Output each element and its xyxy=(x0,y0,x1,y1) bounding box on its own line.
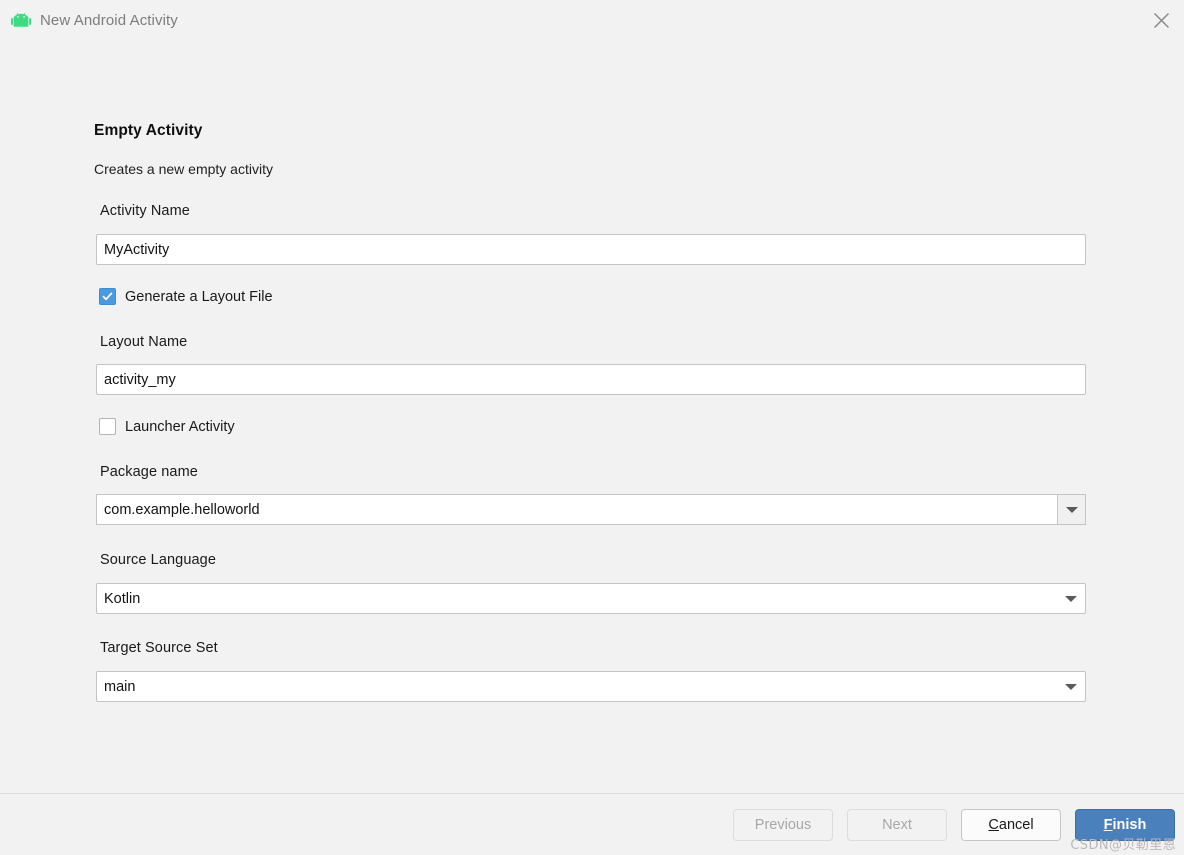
chevron-down-icon[interactable] xyxy=(1065,683,1077,690)
chevron-down-icon xyxy=(1065,506,1078,513)
launcher-activity-label: Launcher Activity xyxy=(125,418,235,435)
source-language-label: Source Language xyxy=(100,552,216,568)
window-title: New Android Activity xyxy=(40,12,178,29)
checkbox-checked-icon xyxy=(99,288,116,305)
generate-layout-file-checkbox[interactable]: Generate a Layout File xyxy=(99,288,273,305)
chevron-down-icon[interactable] xyxy=(1065,595,1077,602)
dialog-content: Empty Activity Creates a new empty activ… xyxy=(0,41,1184,793)
finish-label-rest: inish xyxy=(1112,816,1147,833)
target-source-set-value: main xyxy=(104,678,136,695)
package-name-input[interactable]: com.example.helloworld xyxy=(96,494,1057,525)
source-language-value: Kotlin xyxy=(104,590,141,607)
dialog-footer: Previous Next Cancel Finish CSDN@贝勒里恩 xyxy=(0,793,1184,855)
target-source-set-label: Target Source Set xyxy=(100,640,218,656)
finish-button[interactable]: Finish xyxy=(1075,808,1175,841)
cancel-button[interactable]: Cancel xyxy=(961,808,1061,841)
previous-button[interactable]: Previous xyxy=(733,808,833,841)
android-robot-icon xyxy=(10,10,32,32)
package-name-label: Package name xyxy=(100,464,198,480)
finish-mnemonic: F xyxy=(1103,816,1113,833)
package-name-combobox[interactable]: com.example.helloworld xyxy=(96,494,1086,525)
cancel-mnemonic: C xyxy=(988,816,999,833)
checkbox-unchecked-icon xyxy=(99,418,116,435)
activity-name-input[interactable]: MyActivity xyxy=(96,234,1086,265)
layout-name-label: Layout Name xyxy=(100,334,188,350)
package-name-dropdown-button[interactable] xyxy=(1057,494,1086,525)
generate-layout-file-label: Generate a Layout File xyxy=(125,288,273,305)
page-title: Empty Activity xyxy=(94,122,203,139)
target-source-set-select[interactable]: main xyxy=(96,671,1086,702)
next-button[interactable]: Next xyxy=(847,808,947,841)
page-description: Creates a new empty activity xyxy=(94,161,273,177)
layout-name-input[interactable]: activity_my xyxy=(96,364,1086,395)
title-bar: New Android Activity xyxy=(0,0,1184,41)
cancel-label-rest: ancel xyxy=(998,816,1034,833)
activity-name-label: Activity Name xyxy=(100,203,190,219)
launcher-activity-checkbox[interactable]: Launcher Activity xyxy=(99,418,235,435)
new-android-activity-dialog: New Android Activity Empty Activity Crea… xyxy=(0,0,1184,855)
close-icon[interactable] xyxy=(1138,0,1184,41)
source-language-select[interactable]: Kotlin xyxy=(96,583,1086,614)
